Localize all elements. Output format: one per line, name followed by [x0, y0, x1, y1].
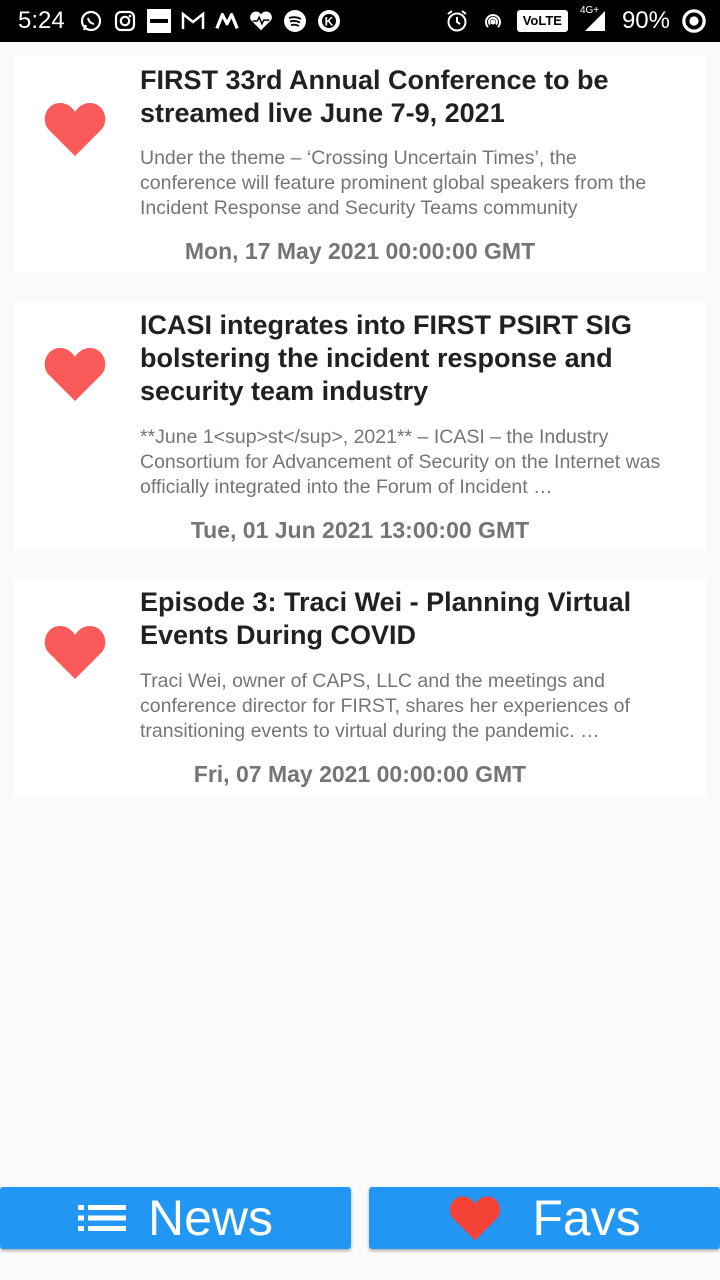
myntra-icon — [215, 9, 239, 33]
article-description: Traci Wei, owner of CAPS, LLC and the me… — [140, 670, 630, 742]
health-heart-icon — [249, 9, 273, 33]
status-time: 5:24 — [18, 7, 65, 34]
article-title: Episode 3: Traci Wei - Planning Virtual … — [140, 587, 632, 650]
instagram-icon — [113, 9, 137, 33]
news-label: News — [147, 1190, 274, 1246]
article-card[interactable]: FIRST 33rd Annual Conference to be strea… — [14, 56, 706, 272]
heart-icon — [450, 1196, 501, 1241]
favorite-heart-icon[interactable] — [44, 100, 106, 158]
system-icons: VoLTE 4G+ 90% — [445, 5, 706, 35]
article-description: Under the theme – ‘Crossing Uncertain Ti… — [140, 147, 647, 219]
volte-badge: VoLTE — [516, 10, 568, 32]
article-date: Tue, 01 Jun 2021 13:00:00 GMT — [190, 517, 530, 543]
news-button[interactable]: News — [0, 1187, 351, 1249]
article-date: Mon, 17 May 2021 00:00:00 GMT — [184, 238, 536, 264]
article-title: FIRST 33rd Annual Conference to be strea… — [140, 65, 609, 128]
whatsapp-icon — [79, 9, 103, 33]
zomato-icon — [146, 9, 171, 33]
notification-icons: K — [79, 9, 341, 33]
signal-icon: 4G+ — [580, 5, 610, 33]
article-description: **June 1<sup>st</sup>, 2021** – ICASI – … — [140, 426, 661, 498]
spotify-icon — [283, 9, 307, 33]
favs-button[interactable]: Favs — [369, 1187, 720, 1249]
favorite-heart-icon[interactable] — [44, 623, 106, 681]
battery-icon — [682, 9, 706, 33]
gmail-icon — [181, 9, 205, 33]
list-icon — [77, 1205, 126, 1231]
battery-percent: 90% — [621, 7, 670, 34]
article-title: ICASI integrates into FIRST PSIRT SIG bo… — [140, 310, 633, 406]
kinemaster-icon: K — [317, 9, 341, 33]
svg-text:K: K — [324, 15, 333, 29]
network-type: 4G+ — [579, 5, 600, 16]
alarm-icon — [445, 9, 469, 33]
article-card[interactable]: ICASI integrates into FIRST PSIRT SIG bo… — [14, 302, 706, 551]
favs-label: Favs — [532, 1190, 641, 1246]
article-date: Fri, 07 May 2021 00:00:00 GMT — [193, 761, 527, 787]
status-bar: 5:24 K VoLTE 4G+ 90% — [0, 0, 720, 42]
article-card[interactable]: Episode 3: Traci Wei - Planning Virtual … — [14, 580, 706, 796]
favorite-heart-icon[interactable] — [44, 345, 106, 403]
hotspot-icon — [481, 9, 505, 33]
